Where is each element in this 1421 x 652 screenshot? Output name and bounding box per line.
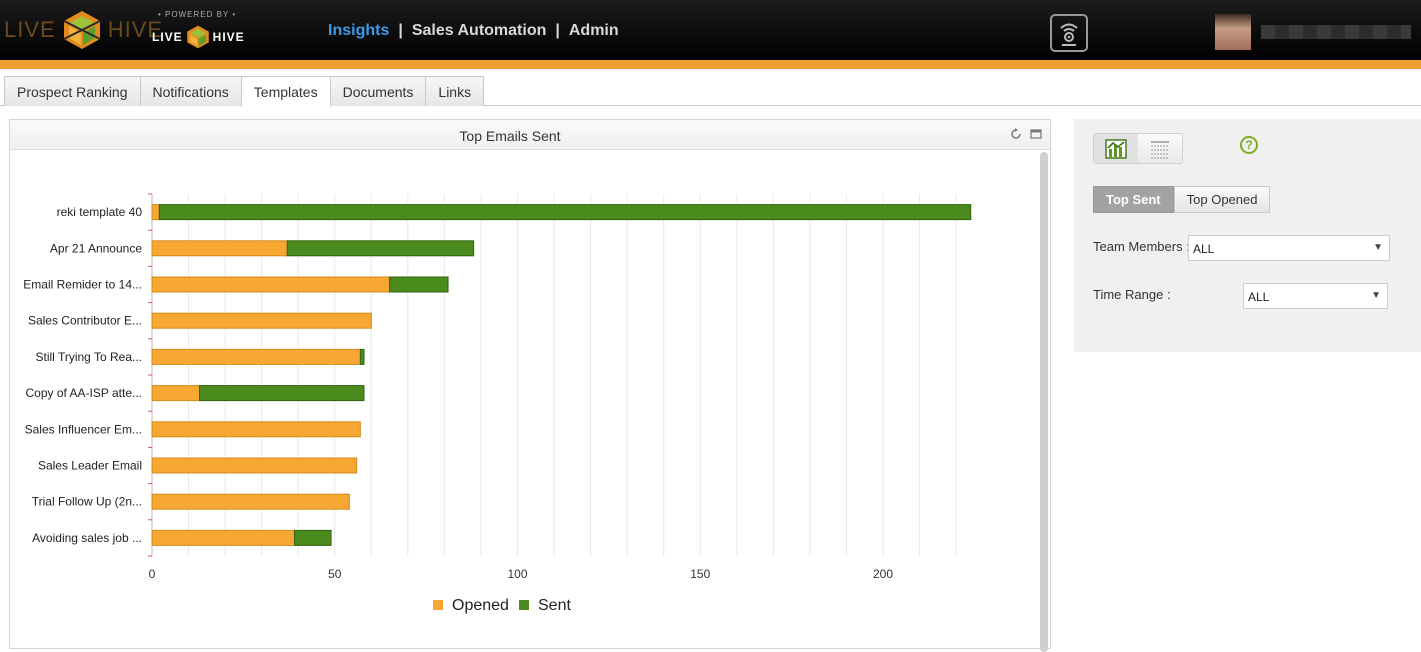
powered-by: • POWERED BY • LIVE HIVE — [152, 10, 252, 49]
x-tick-label: 200 — [873, 567, 893, 581]
tab-prospect-ranking[interactable]: Prospect Ranking — [4, 76, 141, 106]
bar-opened — [151, 240, 288, 257]
legend-swatch-sent — [519, 600, 529, 610]
category-label: Apr 21 Announce — [50, 241, 142, 255]
chart-options-panel: ? Top Sent Top Opened Team Members : ALL… — [1074, 119, 1421, 352]
bar-opened — [151, 385, 201, 402]
x-tick-label: 50 — [328, 567, 342, 581]
user-menu[interactable] — [1215, 14, 1411, 50]
header-accent-bar — [0, 60, 1421, 69]
legend-label-opened: Opened — [452, 597, 509, 614]
hive-cube-icon — [63, 11, 101, 49]
table-view-button[interactable] — [1138, 134, 1182, 163]
bar-sent — [199, 385, 365, 402]
category-label: Sales Leader Email — [38, 459, 142, 473]
bar-sent — [389, 276, 449, 293]
bar-opened — [151, 493, 350, 510]
brand-left-text: LIVE — [4, 17, 56, 42]
livehive-logo[interactable]: LIVE HIVE — [4, 4, 163, 56]
bar-opened — [151, 312, 372, 329]
bar-opened — [151, 204, 160, 221]
team-members-value: ALL — [1193, 242, 1215, 256]
powered-by-label: • POWERED BY • — [158, 10, 237, 19]
category-label: Email Remider to 14... — [23, 278, 142, 292]
category-label: Sales Influencer Em... — [25, 422, 142, 436]
tab-templates[interactable]: Templates — [240, 76, 331, 107]
chart-scrollbar[interactable] — [1040, 152, 1048, 652]
bar-opened — [151, 529, 296, 546]
chevron-down-icon: ▼ — [1371, 290, 1381, 301]
x-tick-label: 150 — [690, 567, 710, 581]
category-label: reki template 40 — [57, 205, 143, 219]
legend-swatch-opened — [433, 600, 443, 610]
user-name-blurred — [1261, 25, 1411, 39]
hive-cube-small-icon — [186, 25, 209, 49]
nav-insights[interactable]: Insights — [328, 22, 389, 40]
legend-label-sent: Sent — [538, 597, 571, 614]
chart-title: Top Emails Sent — [459, 128, 561, 144]
table-view-icon — [1151, 140, 1169, 158]
top-header: LIVE HIVE • POWERED BY • LIVE HIVE Insig… — [0, 0, 1421, 60]
bar-sent — [294, 529, 332, 546]
chart-view-button[interactable] — [1094, 134, 1138, 163]
bar-sent — [359, 348, 365, 365]
x-tick-label: 100 — [507, 567, 527, 581]
tab-links[interactable]: Links — [425, 76, 485, 106]
chevron-down-icon: ▼ — [1373, 242, 1383, 253]
nav-sales-automation[interactable]: Sales Automation — [412, 22, 547, 40]
bar-opened — [151, 421, 361, 438]
powered-left-text: LIVE — [152, 30, 183, 44]
sort-toggle: Top Sent Top Opened — [1093, 186, 1271, 213]
bar-sent — [286, 240, 475, 257]
top-emails-chart: reki template 40 Apr 21 Announce Email Rem… — [23, 193, 972, 614]
minimize-icon[interactable] — [1030, 128, 1042, 140]
nav-admin[interactable]: Admin — [569, 22, 619, 40]
nav-separator: | — [555, 22, 560, 39]
bar-sent — [158, 204, 972, 221]
tab-documents[interactable]: Documents — [329, 76, 427, 106]
top-sent-button[interactable]: Top Sent — [1093, 186, 1174, 213]
tab-notifications[interactable]: Notifications — [139, 76, 242, 106]
x-tick-label: 0 — [149, 567, 156, 581]
powered-right-text: HIVE — [212, 30, 245, 44]
category-label: Still Trying To Rea... — [36, 350, 143, 364]
team-members-label: Team Members : — [1093, 239, 1190, 254]
category-label: Copy of AA-ISP atte... — [25, 386, 142, 400]
category-label: Sales Contributor E... — [28, 314, 142, 328]
team-members-select[interactable]: ALL ▼ — [1188, 235, 1390, 261]
time-range-select[interactable]: ALL ▼ — [1243, 283, 1388, 309]
avatar — [1215, 14, 1251, 50]
help-icon[interactable]: ? — [1240, 136, 1258, 154]
chart-panel-header: Top Emails Sent — [10, 120, 1050, 150]
category-label: Trial Follow Up (2n... — [32, 495, 142, 509]
nav-separator: | — [398, 22, 403, 39]
time-range-value: ALL — [1248, 290, 1270, 304]
signal-icon[interactable] — [1050, 14, 1088, 52]
main-nav: Insights | Sales Automation | Admin — [328, 22, 619, 40]
time-range-label: Time Range : — [1093, 287, 1171, 302]
bar-opened — [151, 348, 361, 365]
top-opened-button[interactable]: Top Opened — [1173, 186, 1271, 213]
refresh-icon[interactable] — [1010, 128, 1022, 140]
bar-opened — [151, 276, 391, 293]
chart-panel: Top Emails Sent reki template 40 Apr 21 A… — [9, 119, 1051, 652]
category-label: Avoiding sales job ... — [32, 531, 142, 545]
tab-bar: Prospect Ranking Notifications Templates… — [4, 76, 485, 107]
view-toggle — [1093, 133, 1183, 164]
bar-opened — [151, 457, 358, 474]
chart-view-icon — [1105, 138, 1127, 159]
